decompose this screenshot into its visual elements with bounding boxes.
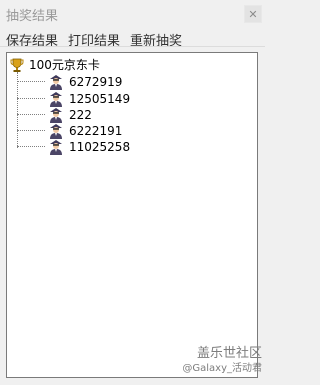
tree-node[interactable]: 6222191 [47, 122, 122, 139]
winner-id: 6272919 [69, 74, 123, 89]
user-icon [50, 75, 62, 90]
tree-root-node[interactable]: 100元京东卡 [9, 56, 100, 73]
user-icon [50, 92, 62, 107]
tree-node[interactable]: 6272919 [47, 73, 122, 90]
tree-branch [17, 146, 45, 147]
close-button[interactable]: ✕ [244, 5, 262, 23]
user-icon [50, 108, 62, 123]
user-icon [50, 140, 62, 155]
title-bar: 抽奖结果 ✕ [0, 0, 265, 26]
trophy-icon [10, 58, 24, 72]
winner-id: 222 [69, 107, 92, 122]
user-icon [50, 124, 62, 139]
menu-bar: 保存结果 打印结果 重新抽奖 [0, 28, 265, 49]
results-panel[interactable]: 100元京东卡 6272919 12505149 222 6222191 110… [6, 52, 258, 378]
window-title: 抽奖结果 [6, 9, 59, 24]
tree-node[interactable]: 11025258 [47, 138, 130, 155]
winner-id: 11025258 [69, 139, 131, 154]
watermark-handle: @Galaxy_活动君 [182, 363, 262, 374]
tree-branch [17, 81, 45, 82]
results-tree: 100元京东卡 6272919 12505149 222 6222191 110… [7, 53, 257, 377]
tree-branch [17, 98, 45, 99]
tree-node[interactable]: 12505149 [47, 90, 130, 107]
winner-id: 12505149 [69, 91, 131, 106]
tree-node[interactable]: 222 [47, 106, 92, 123]
menu-divider [0, 46, 265, 47]
close-icon: ✕ [248, 7, 258, 21]
tree-branch [17, 130, 45, 131]
prize-label: 100元京东卡 [29, 58, 100, 72]
tree-branch [17, 114, 45, 115]
winner-id: 6222191 [69, 123, 123, 138]
watermark: 盖乐世社区 @Galaxy_活动君 [170, 342, 262, 382]
tree-line [17, 72, 18, 148]
